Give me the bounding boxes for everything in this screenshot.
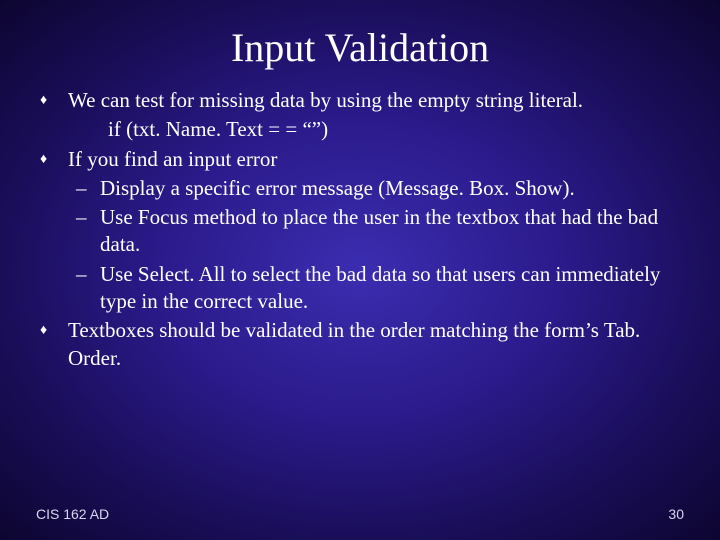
sub-bullet-text: Use Focus method to place the user in th… xyxy=(100,204,680,259)
diamond-bullet-icon: ♦ xyxy=(40,317,68,372)
slide: Input Validation ♦ We can test for missi… xyxy=(0,0,720,540)
bullet-text: Textboxes should be validated in the ord… xyxy=(68,317,680,372)
dash-bullet-icon: – xyxy=(76,175,100,202)
diamond-bullet-icon: ♦ xyxy=(40,146,68,173)
bullet-item: ♦ Textboxes should be validated in the o… xyxy=(40,317,680,372)
footer-page-number: 30 xyxy=(668,506,684,522)
sub-bullet-item: – Use Select. All to select the bad data… xyxy=(40,261,680,316)
bullet-item: ♦ If you find an input error xyxy=(40,146,680,173)
code-line: if (txt. Name. Text = = “”) xyxy=(40,116,680,143)
sub-bullet-text: Display a specific error message (Messag… xyxy=(100,175,680,202)
slide-body: ♦ We can test for missing data by using … xyxy=(40,87,680,372)
bullet-text: If you find an input error xyxy=(68,146,680,173)
dash-bullet-icon: – xyxy=(76,261,100,316)
dash-bullet-icon: – xyxy=(76,204,100,259)
sub-bullet-item: – Use Focus method to place the user in … xyxy=(40,204,680,259)
footer-course-code: CIS 162 AD xyxy=(36,506,109,522)
slide-title: Input Validation xyxy=(40,24,680,71)
bullet-item: ♦ We can test for missing data by using … xyxy=(40,87,680,114)
sub-bullet-item: – Display a specific error message (Mess… xyxy=(40,175,680,202)
diamond-bullet-icon: ♦ xyxy=(40,87,68,114)
bullet-text: We can test for missing data by using th… xyxy=(68,87,680,114)
sub-bullet-text: Use Select. All to select the bad data s… xyxy=(100,261,680,316)
